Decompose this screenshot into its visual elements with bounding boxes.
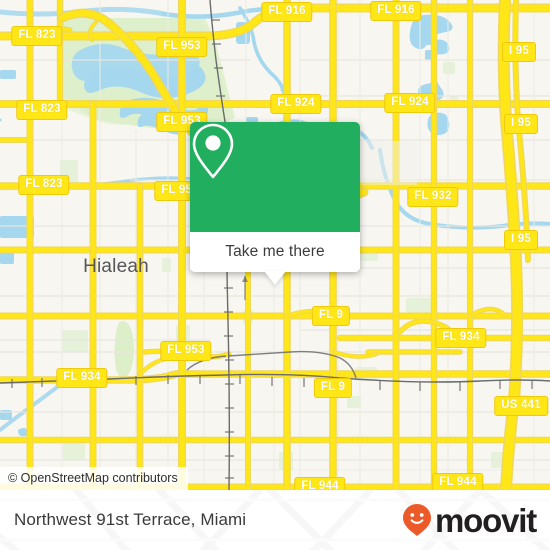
- map-pin-icon: [192, 123, 234, 179]
- road-shield: FL 924: [384, 93, 436, 113]
- road-shield: FL 823: [16, 100, 68, 120]
- road-shield: FL 934: [435, 328, 487, 348]
- location-popup-card[interactable]: Take me there: [190, 122, 360, 285]
- moovit-smiley-pin-icon: [403, 504, 432, 536]
- road-shield: I 95: [502, 42, 536, 62]
- road-shield: FL 916: [261, 2, 313, 22]
- road-shield: FL 934: [56, 368, 108, 388]
- moovit-wordmark: moovit: [435, 501, 537, 539]
- road-shield: I 95: [504, 230, 538, 250]
- road-shield: FL 9: [311, 306, 351, 326]
- road-shield: FL 823: [18, 175, 70, 195]
- osm-attribution[interactable]: © OpenStreetMap contributors: [0, 467, 188, 490]
- road-shield: FL 823: [11, 26, 63, 46]
- road-shield: FL 932: [407, 187, 459, 207]
- bottom-info-bar: Northwest 91st Terrace, Miami moovit: [0, 490, 550, 550]
- road-shield: I 95: [504, 114, 538, 134]
- popup-tail: [264, 271, 286, 285]
- road-shield: FL 924: [270, 94, 322, 114]
- road-shield: FL 944: [432, 473, 484, 490]
- map-screenshot: .rd { stroke:#FFE617; stroke-linecap:rou…: [0, 0, 550, 550]
- road-shield: FL 944: [294, 477, 346, 490]
- road-shield: US 441: [494, 396, 548, 416]
- road-shield: FL 9: [313, 378, 353, 398]
- moovit-logo[interactable]: moovit: [402, 501, 537, 539]
- popup-image-area: [190, 122, 360, 232]
- road-shield: FL 953: [160, 341, 212, 361]
- take-me-there-label: Take me there: [225, 243, 325, 260]
- road-shield: FL 916: [370, 1, 422, 21]
- map-canvas[interactable]: .rd { stroke:#FFE617; stroke-linecap:rou…: [0, 0, 550, 490]
- location-title: Northwest 91st Terrace, Miami: [14, 510, 247, 529]
- popup-action-row[interactable]: Take me there: [190, 232, 360, 285]
- place-label: Hialeah: [83, 256, 149, 277]
- road-shield: FL 953: [156, 37, 208, 57]
